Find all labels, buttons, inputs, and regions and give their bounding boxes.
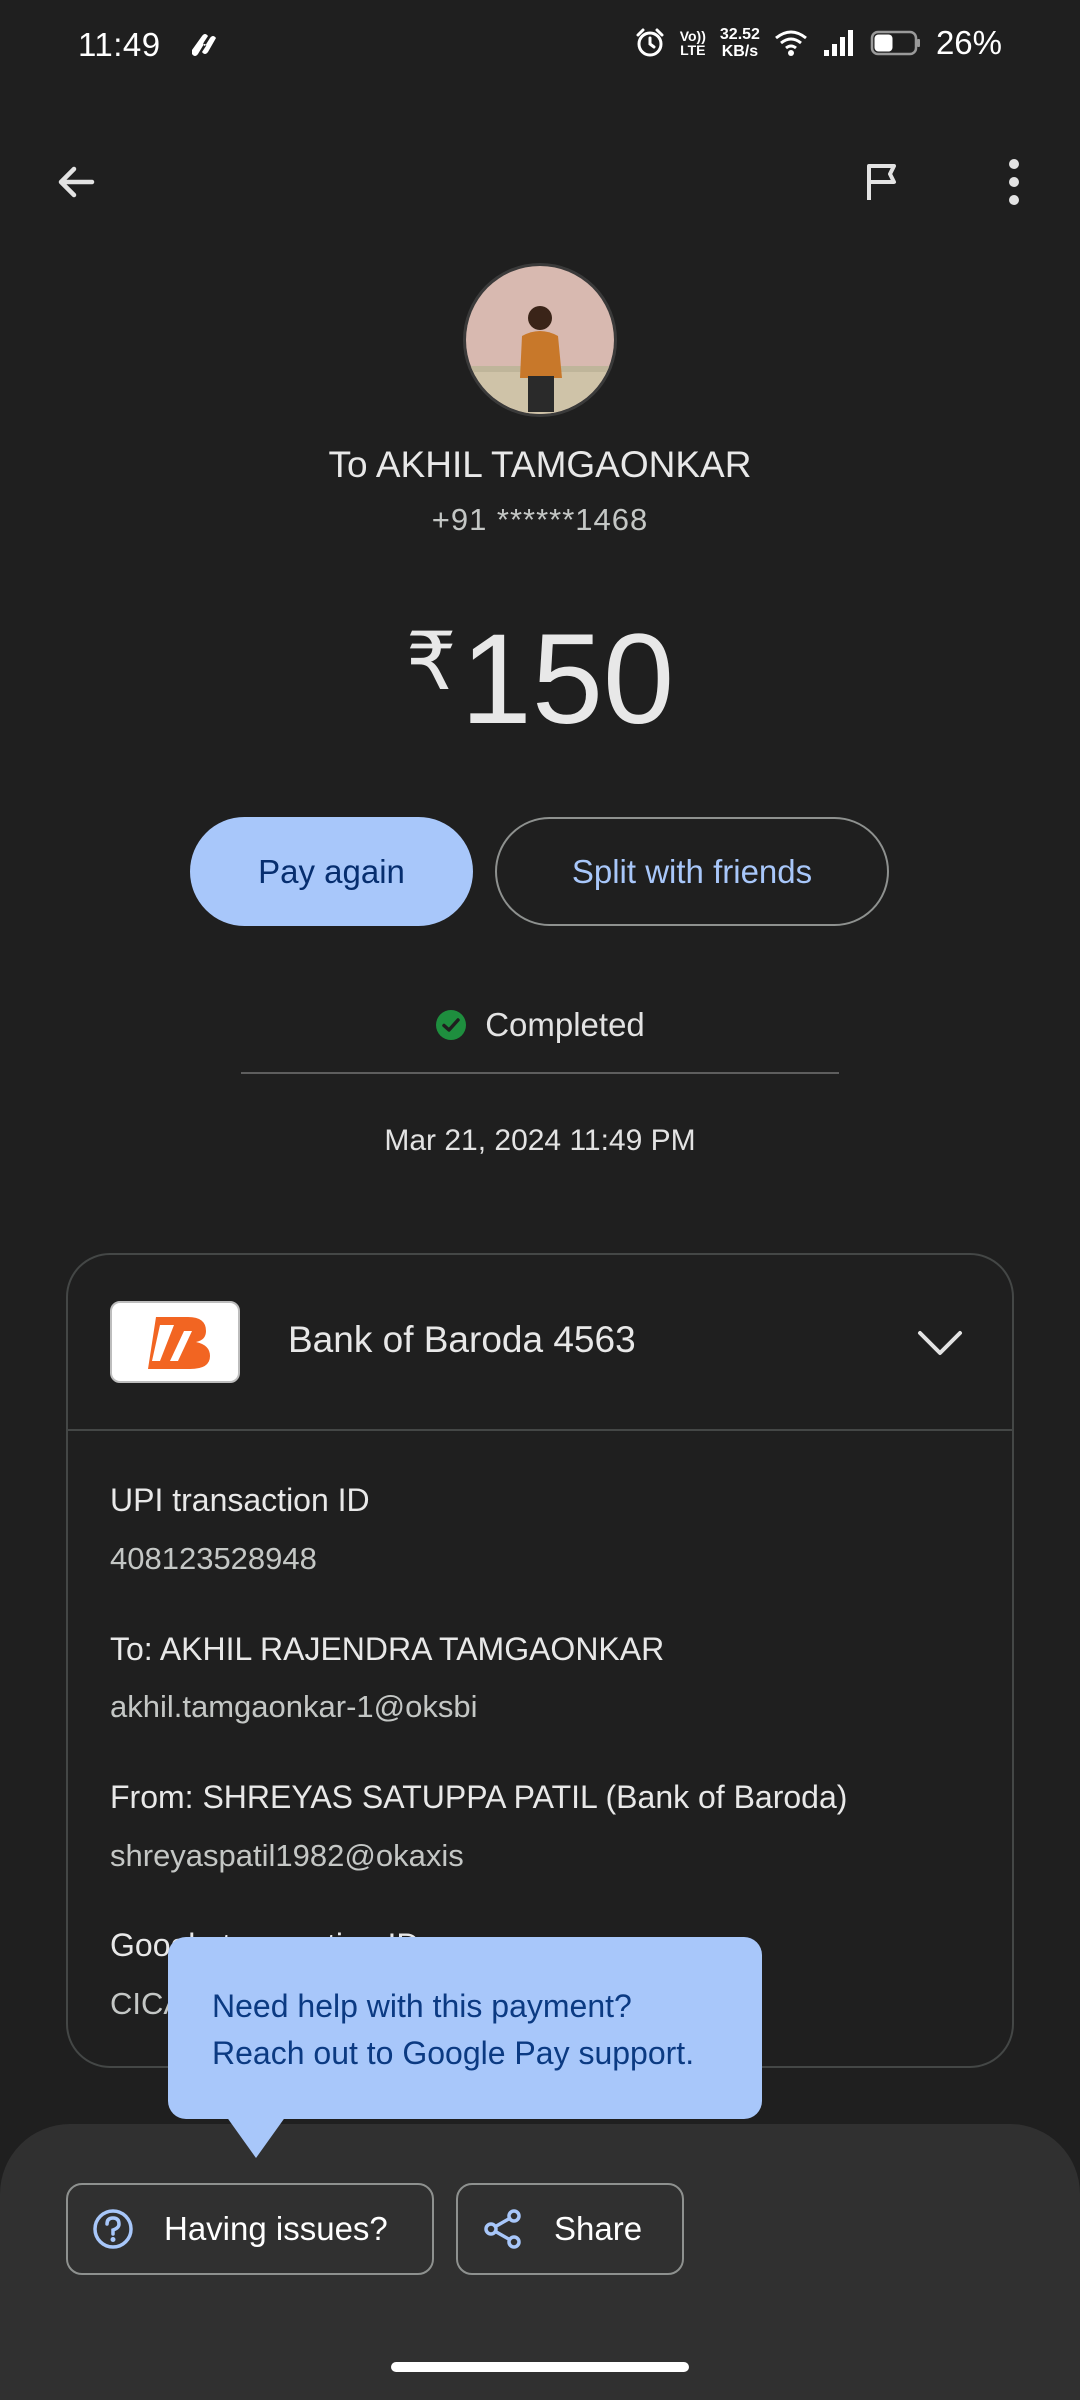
from-upi-id-value: shreyaspatil1982@okaxis xyxy=(110,1838,464,1873)
flag-icon xyxy=(867,164,896,200)
payment-status: Completed xyxy=(0,1006,1080,1044)
to-account-label: To: AKHIL RAJENDRA TAMGAONKAR xyxy=(110,1631,665,1667)
transaction-datetime: Mar 21, 2024 11:49 PM xyxy=(384,1124,696,1157)
tooltip-pointer xyxy=(226,2116,286,2158)
split-with-friends-button[interactable]: Split with friends xyxy=(495,817,889,926)
amount-value: 150 xyxy=(460,608,675,751)
bank-account-name: Bank of Baroda 4563 xyxy=(288,1319,636,1360)
share-label: Share xyxy=(554,2210,643,2247)
chevron-down-icon xyxy=(918,1331,962,1355)
having-issues-label: Having issues? xyxy=(164,2210,388,2247)
status-time: 11:49 xyxy=(78,26,161,63)
expand-details-button[interactable] xyxy=(908,1311,972,1375)
share-button[interactable]: Share xyxy=(456,2183,684,2275)
support-tooltip[interactable]: Need help with this payment? Reach out t… xyxy=(168,1937,762,2119)
payment-amount: ₹150 xyxy=(0,592,1080,750)
recipient-avatar xyxy=(463,263,617,417)
arrow-back-icon xyxy=(58,166,95,198)
status-label: Completed xyxy=(485,1006,645,1043)
alarm-icon xyxy=(636,28,664,57)
check-circle-icon xyxy=(436,1010,467,1040)
battery-percent: 26% xyxy=(935,24,1002,61)
recipient-phone: +91 ******1468 xyxy=(431,502,649,537)
more-options-button[interactable] xyxy=(978,146,1050,218)
home-indicator[interactable] xyxy=(391,2362,689,2372)
upi-transaction-id-value: 408123528948 xyxy=(110,1541,317,1576)
tooltip-line-2: Reach out to Google Pay support. xyxy=(212,2035,695,2071)
to-upi-id-value: akhil.tamgaonkar-1@oksbi xyxy=(110,1689,478,1724)
wifi-icon xyxy=(775,30,807,56)
signal-icon xyxy=(823,30,853,56)
share-icon xyxy=(484,2209,521,2249)
network-speed: 32.52 KB/s xyxy=(719,26,760,60)
back-button[interactable] xyxy=(40,146,112,218)
upi-transaction-id-label: UPI transaction ID xyxy=(110,1482,370,1518)
currency-symbol: ₹ xyxy=(405,617,457,706)
status-icons: Vo)) LTE 32.52 KB/s 26% xyxy=(634,24,1002,62)
from-account-label: From: SHREYAS SATUPPA PATIL (Bank of Bar… xyxy=(110,1779,848,1815)
tooltip-line-1: Need help with this payment? xyxy=(212,1988,632,2024)
pay-again-button[interactable]: Pay again xyxy=(190,817,473,926)
bank-account-header[interactable]: Bank of Baroda 4563 xyxy=(68,1255,1012,1431)
volte-indicator: Vo)) LTE xyxy=(679,28,706,58)
help-icon xyxy=(93,2209,133,2249)
more-vert-icon xyxy=(1009,159,1019,205)
having-issues-button[interactable]: Having issues? xyxy=(66,2183,434,2275)
notification-app-icon xyxy=(186,28,226,64)
bank-of-baroda-logo xyxy=(110,1301,240,1383)
divider xyxy=(241,1072,839,1074)
report-button[interactable] xyxy=(846,146,918,218)
battery-icon xyxy=(870,30,920,56)
recipient-name: To AKHIL TAMGAONKAR xyxy=(328,444,752,485)
